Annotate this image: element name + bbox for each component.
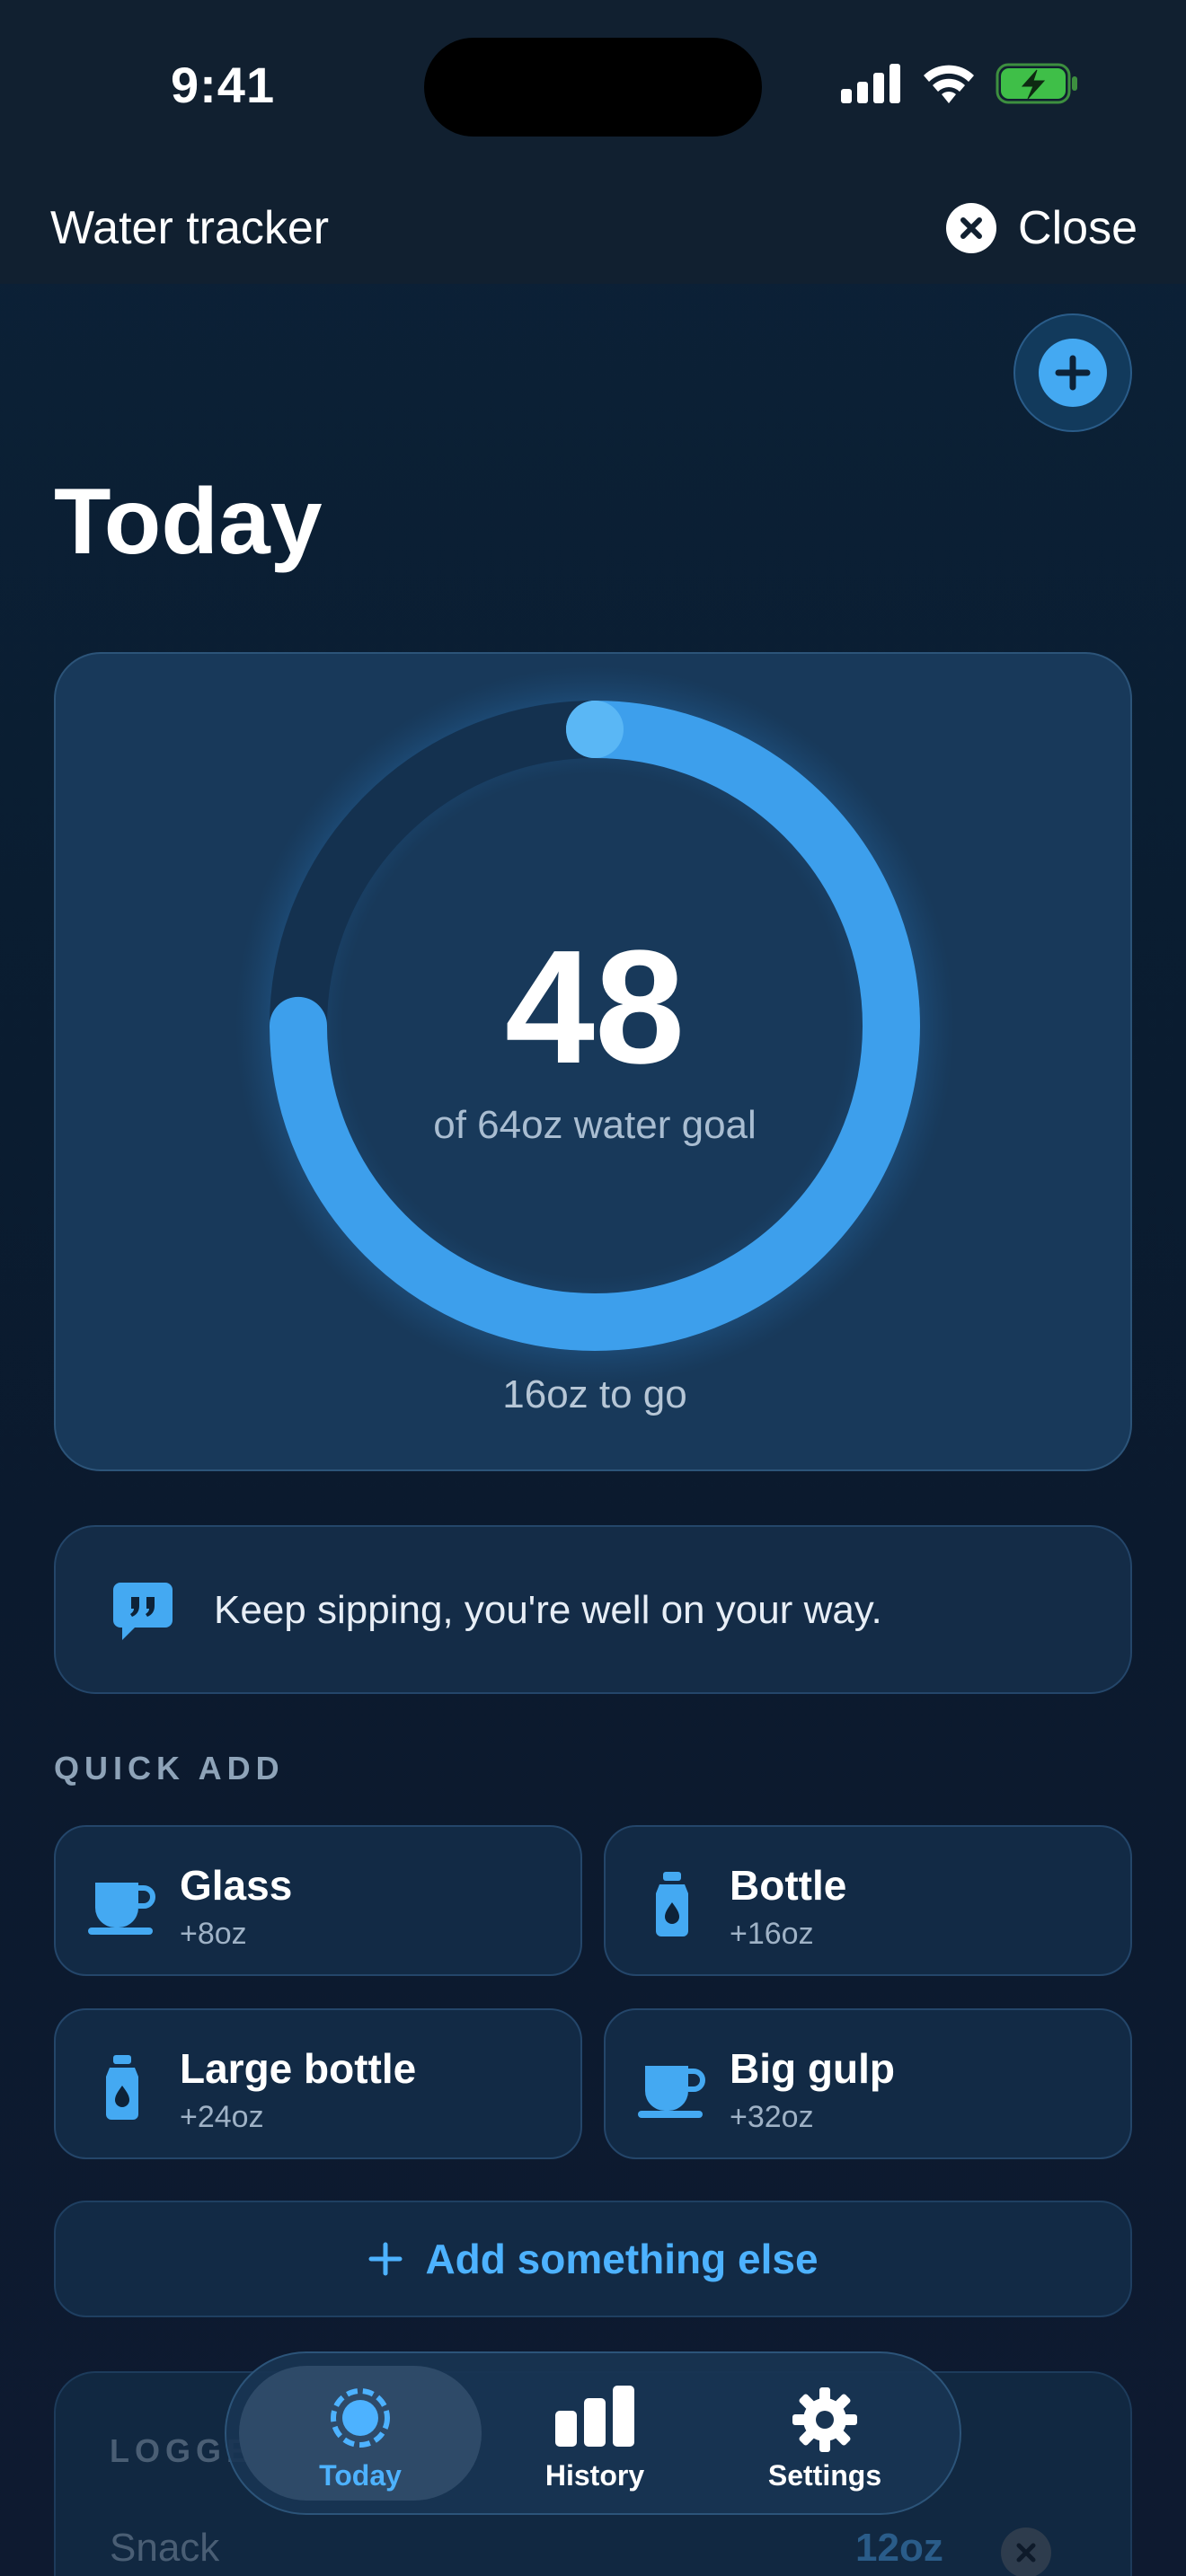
add-something-else-label: Add something else bbox=[425, 2236, 819, 2282]
app-title: Water tracker bbox=[50, 202, 330, 254]
tab-history[interactable]: History bbox=[474, 2366, 716, 2501]
quick-add-glass[interactable]: Glass +8oz bbox=[54, 1825, 582, 1976]
wifi-icon bbox=[924, 65, 974, 103]
page-title: Today bbox=[54, 470, 323, 574]
close-button[interactable]: Close bbox=[946, 201, 1137, 255]
quick-add-label: Bottle bbox=[730, 1862, 847, 1909]
cup-icon bbox=[88, 1883, 155, 1935]
quick-add-bottle[interactable]: Bottle +16oz bbox=[604, 1825, 1132, 1976]
progress-remaining: 16oz to go bbox=[502, 1372, 687, 1416]
tip-text: Keep sipping, you're well on your way. bbox=[214, 1588, 882, 1632]
quote-bubble-icon bbox=[113, 1583, 173, 1640]
add-entry-button[interactable] bbox=[1013, 313, 1132, 432]
plus-icon bbox=[1039, 339, 1107, 407]
battery-charging-icon bbox=[996, 63, 1077, 104]
status-bar: 9:41 bbox=[0, 0, 1186, 171]
bottle-icon bbox=[656, 1872, 688, 1936]
status-time: 9:41 bbox=[171, 57, 276, 113]
quick-add-label: Big gulp bbox=[730, 2045, 895, 2092]
today-ring-icon bbox=[331, 2388, 390, 2448]
signal-icon bbox=[841, 64, 900, 103]
tab-label: Settings bbox=[767, 2459, 882, 2492]
log-entry-amount: 12oz bbox=[855, 2526, 943, 2570]
add-something-else-button[interactable]: Add something else bbox=[54, 2201, 1132, 2317]
close-icon bbox=[1016, 2543, 1036, 2563]
quick-add-amount: +8oz bbox=[180, 1917, 247, 1951]
plus-icon bbox=[368, 2242, 403, 2276]
status-icons bbox=[841, 63, 1078, 104]
tab-today[interactable]: Today bbox=[239, 2366, 482, 2501]
tab-settings[interactable]: Settings bbox=[704, 2366, 946, 2501]
quick-add-amount: +32oz bbox=[730, 2100, 814, 2134]
quick-add-label: Glass bbox=[180, 1862, 293, 1909]
tip-card: Keep sipping, you're well on your way. bbox=[54, 1525, 1132, 1694]
ring-start-cap bbox=[566, 701, 624, 758]
quick-add-large-bottle[interactable]: Large bottle +24oz bbox=[54, 2008, 582, 2159]
log-entry-name: Snack bbox=[110, 2526, 220, 2570]
quick-add-label: Large bottle bbox=[180, 2045, 417, 2092]
quick-add-amount: +16oz bbox=[730, 1917, 814, 1951]
tab-bar: Today History Settings bbox=[225, 2351, 961, 2515]
tab-label: Today bbox=[319, 2459, 402, 2492]
progress-value: 48 bbox=[504, 917, 686, 1098]
cup-icon bbox=[638, 2066, 705, 2118]
dynamic-island bbox=[424, 38, 762, 137]
progress-card: 48 of 64oz water goal 16oz to go bbox=[54, 652, 1132, 1471]
quick-add-heading: QUICK ADD bbox=[54, 1750, 285, 1786]
quick-add-amount: +24oz bbox=[180, 2100, 264, 2134]
close-icon bbox=[946, 203, 997, 253]
quick-add-big-gulp[interactable]: Big gulp +32oz bbox=[604, 2008, 1132, 2159]
bottle-icon bbox=[106, 2055, 138, 2120]
progress-caption: of 64oz water goal bbox=[433, 1103, 757, 1147]
close-label: Close bbox=[1018, 202, 1137, 254]
remove-entry-button[interactable] bbox=[1001, 2527, 1051, 2576]
bar-chart-icon bbox=[555, 2386, 634, 2447]
app-header: Water tracker Close bbox=[0, 171, 1186, 284]
gear-icon bbox=[792, 2387, 857, 2452]
tab-label: History bbox=[544, 2459, 645, 2492]
